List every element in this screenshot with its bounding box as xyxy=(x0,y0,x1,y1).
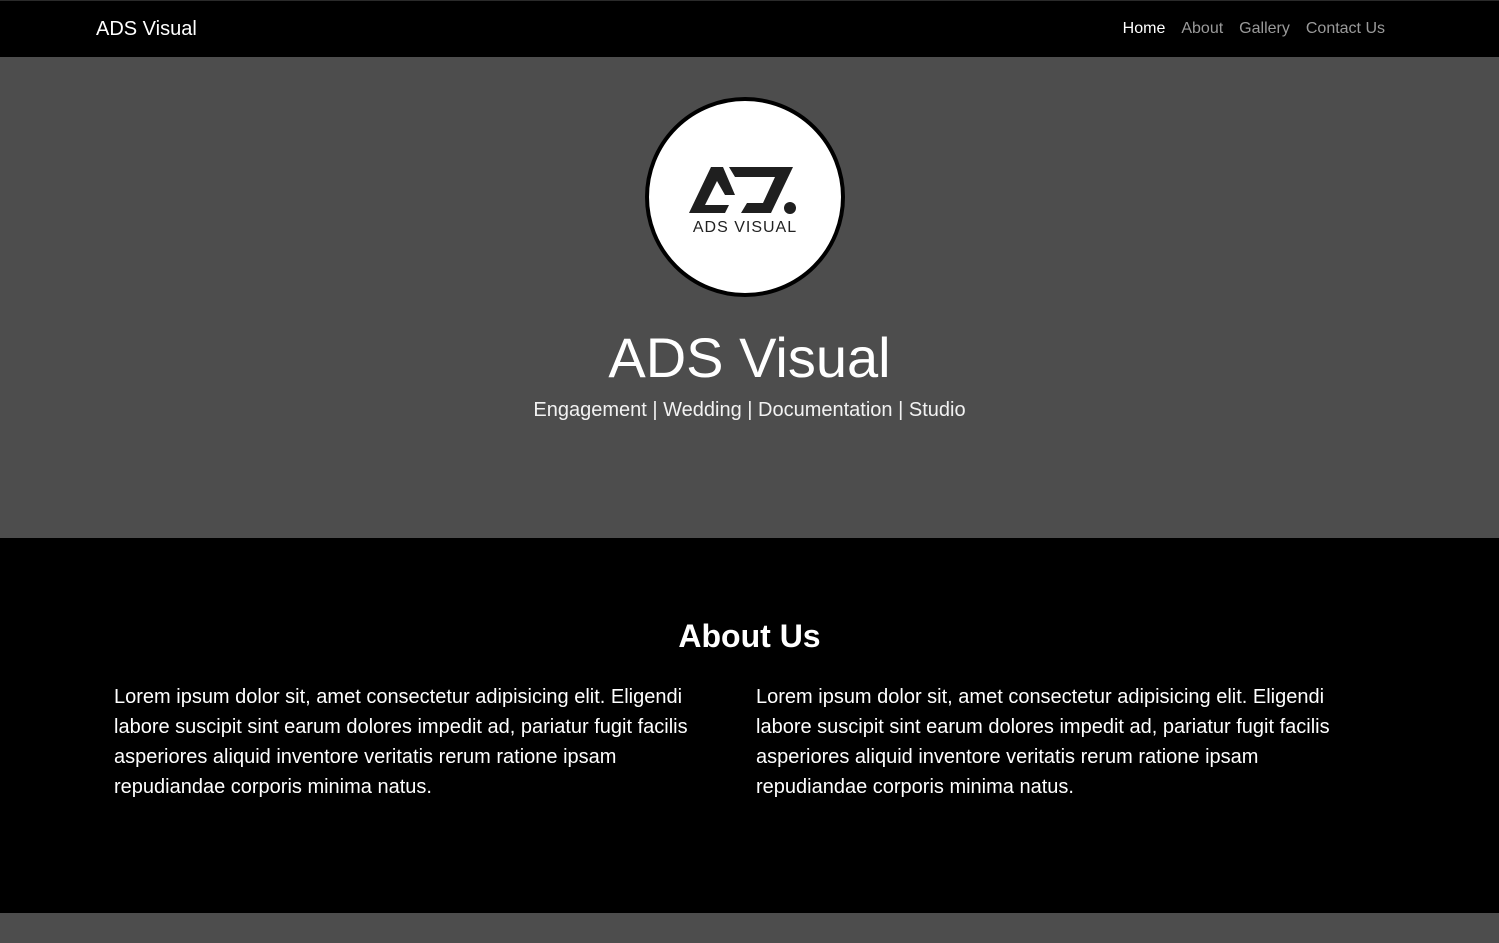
nav-links: Home About Gallery Contact Us xyxy=(1123,20,1385,38)
hero-title: ADS Visual xyxy=(608,326,891,389)
navbar: ADS Visual Home About Gallery Contact Us xyxy=(0,0,1499,57)
nav-link-gallery[interactable]: Gallery xyxy=(1239,20,1290,38)
ads-visual-logo-mark-icon xyxy=(689,167,796,214)
logo-text: ADS VISUAL xyxy=(692,219,798,236)
hero-section: ADS VISUAL ADS Visual Engagement | Weddi… xyxy=(0,57,1499,538)
about-title: About Us xyxy=(678,618,821,654)
about-paragraph-right: Lorem ipsum dolor sit, amet consectetur … xyxy=(756,686,1330,798)
hero-subtitle: Engagement | Wedding | Documentation | S… xyxy=(533,399,966,421)
logo: ADS VISUAL xyxy=(645,97,845,297)
nav-link-about[interactable]: About xyxy=(1181,20,1223,38)
brand-link[interactable]: ADS Visual xyxy=(96,18,197,41)
about-paragraph-left: Lorem ipsum dolor sit, amet consectetur … xyxy=(114,686,688,798)
nav-link-home[interactable]: Home xyxy=(1123,20,1166,38)
about-section: About Us Lorem ipsum dolor sit, amet con… xyxy=(0,538,1499,913)
nav-link-contact-us[interactable]: Contact Us xyxy=(1306,20,1385,38)
footer-strip xyxy=(0,913,1499,943)
